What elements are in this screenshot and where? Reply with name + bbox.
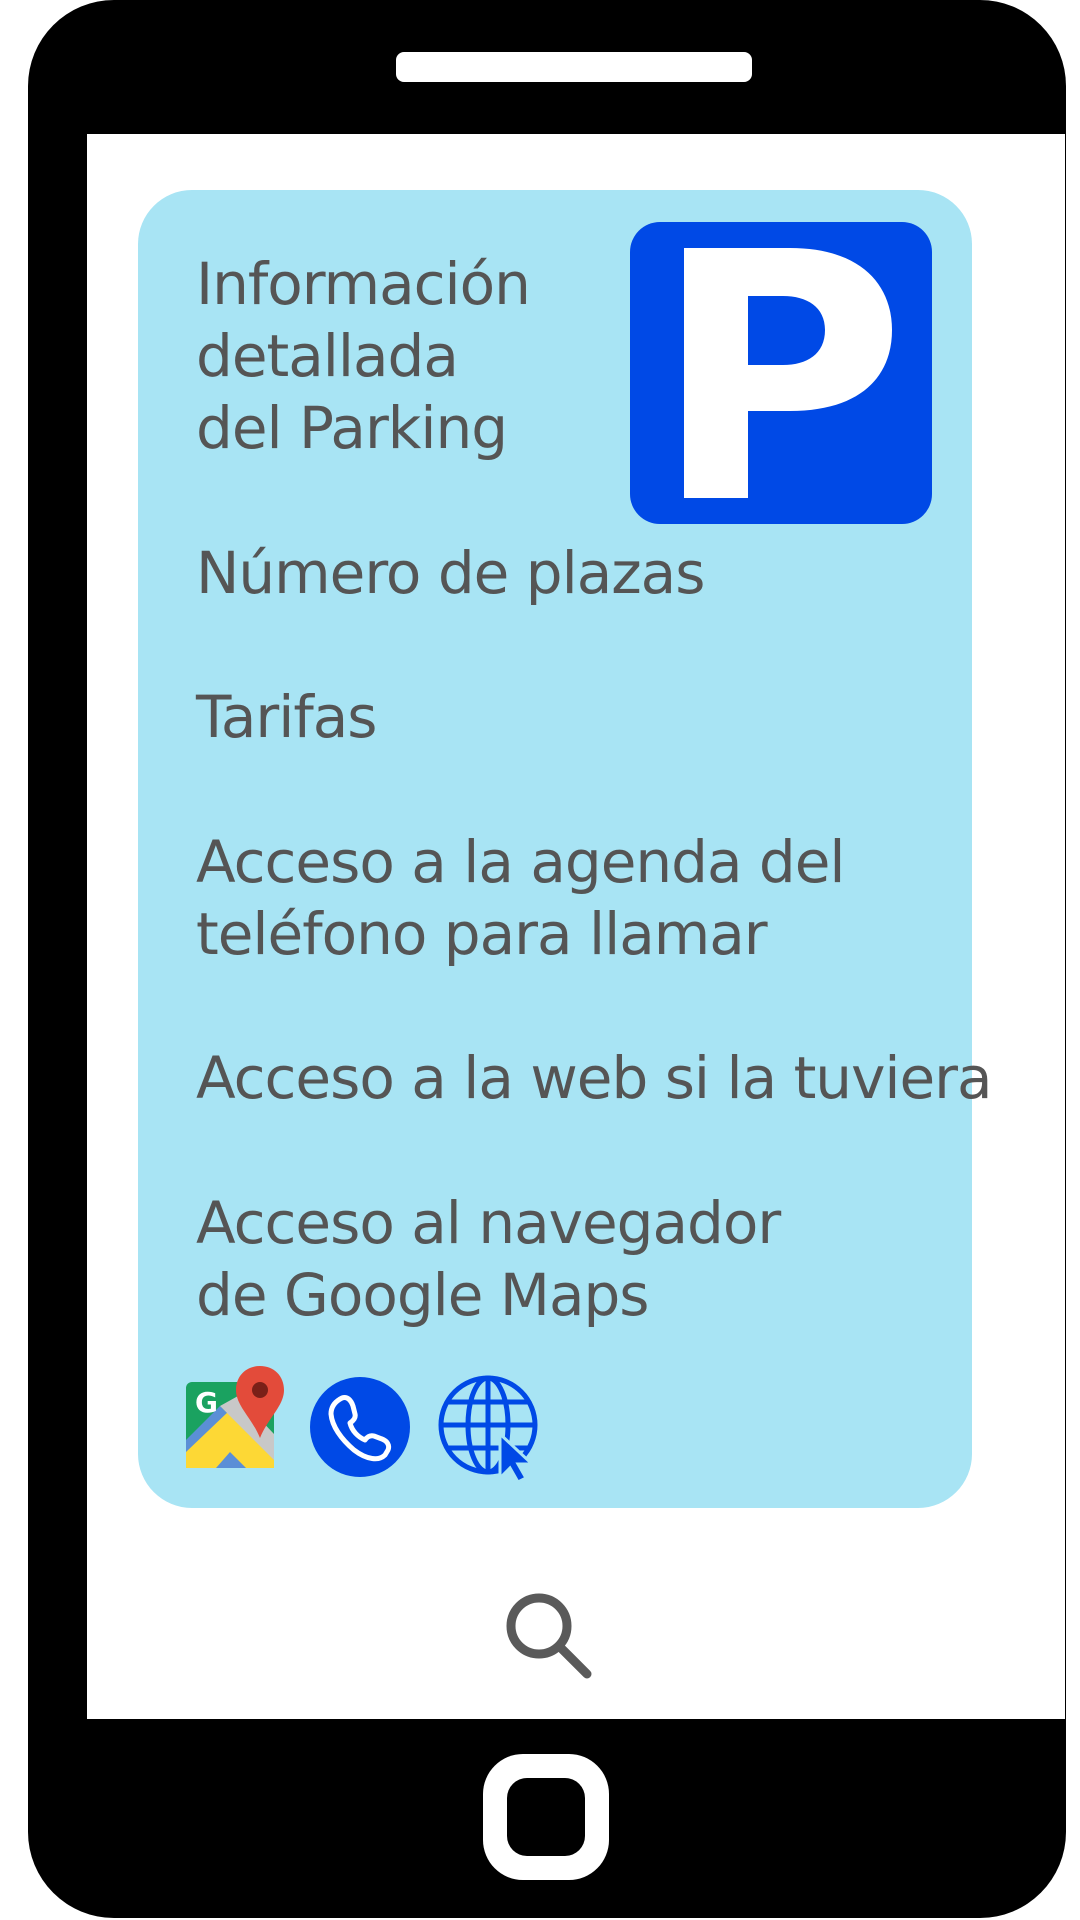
item-google-maps-line-1: Acceso al navegador (196, 1189, 781, 1257)
phone-icon[interactable] (309, 1376, 411, 1478)
item-web-access: Acceso a la web si la tuviera (196, 1044, 993, 1112)
web-globe-icon[interactable] (438, 1374, 546, 1482)
item-phone-agenda-line-1: Acceso a la agenda del (196, 828, 846, 896)
search-icon[interactable] (503, 1590, 595, 1682)
home-button[interactable] (483, 1754, 609, 1880)
home-button-inner (507, 1778, 585, 1856)
google-maps-icon[interactable]: G (186, 1366, 290, 1470)
item-number-of-spaces: Número de plazas (196, 539, 705, 607)
card-title-line-2: detallada (196, 322, 459, 390)
item-phone-agenda-line-2: teléfono para llamar (196, 900, 768, 968)
card-title-line-3: del Parking (196, 394, 508, 462)
card-title-line-1: Información (196, 250, 531, 318)
svg-text:G: G (195, 1386, 218, 1419)
item-rates: Tarifas (196, 683, 378, 751)
phone-speaker (396, 52, 752, 82)
parking-sign-icon (630, 222, 932, 524)
item-google-maps-line-2: de Google Maps (196, 1261, 650, 1329)
parking-sign-letter-icon (684, 248, 892, 498)
